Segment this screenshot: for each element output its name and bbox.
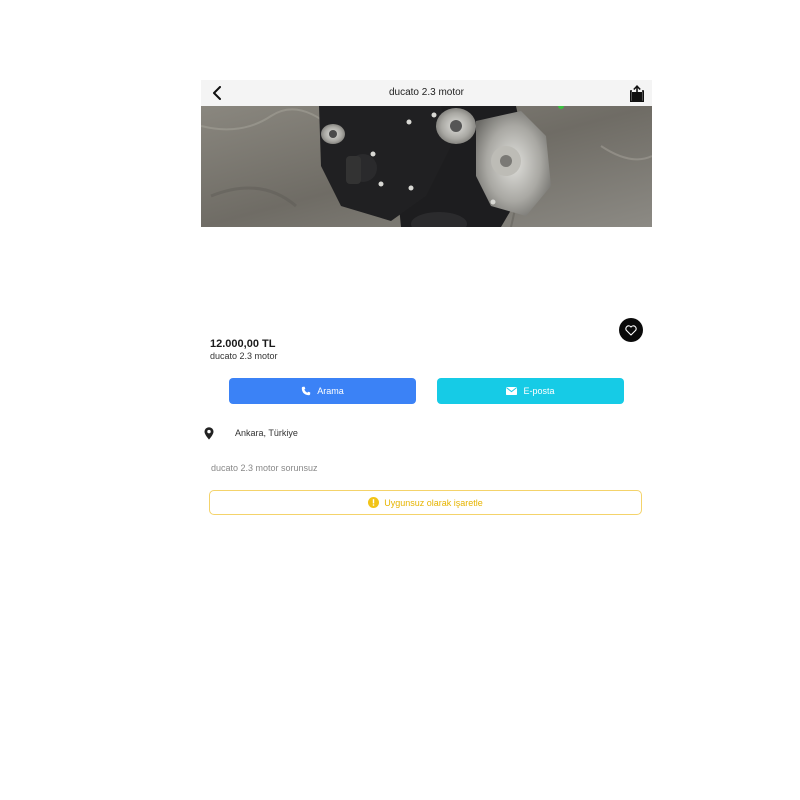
listing-location: Ankara, Türkiye [235,428,298,438]
envelope-icon [506,387,518,395]
phone-icon [301,386,311,396]
call-button[interactable]: Arama [229,378,416,404]
engine-image [201,106,652,227]
favorite-button[interactable] [619,318,643,342]
share-icon [630,84,644,102]
share-button[interactable] [628,83,646,103]
report-button-label: Uygunsuz olarak işaretle [384,497,483,508]
email-button-label: E-posta [523,386,555,396]
chevron-left-icon [213,86,221,100]
heart-icon [625,324,637,336]
listing-name: ducato 2.3 motor [210,351,278,361]
call-button-label: Arama [317,386,344,396]
email-button[interactable]: E-posta [437,378,624,404]
listing-description: ducato 2.3 motor sorunsuz [211,463,318,473]
location-pin-icon [204,427,214,440]
report-button[interactable]: Uygunsuz olarak işaretle [209,490,642,515]
back-button[interactable] [207,83,227,103]
warning-icon [368,497,380,508]
top-bar: ducato 2.3 motor [201,80,652,106]
page-title: ducato 2.3 motor [388,87,465,98]
listing-photo[interactable] [201,106,652,227]
listing-detail-screen: ducato 2.3 motor 12.000,00 TL ducato 2.3… [201,80,652,540]
listing-price: 12.000,00 TL [210,338,276,350]
